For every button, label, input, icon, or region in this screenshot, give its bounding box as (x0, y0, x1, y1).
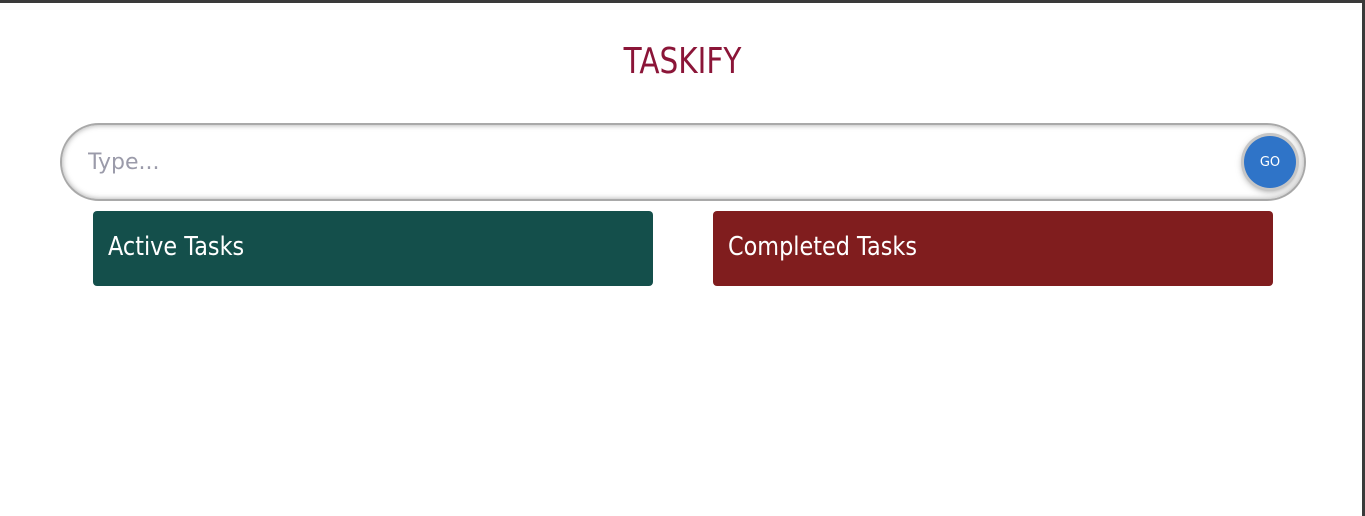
app-title: TASKIFY (623, 41, 742, 82)
completed-tasks-panel: Completed Tasks (713, 211, 1273, 286)
completed-tasks-heading: Completed Tasks (728, 232, 917, 262)
window-top-border (0, 0, 1365, 3)
active-tasks-heading: Active Tasks (108, 232, 245, 262)
go-button[interactable]: GO (1244, 136, 1296, 188)
active-tasks-panel: Active Tasks (93, 211, 653, 286)
task-input[interactable] (88, 143, 1208, 181)
task-form: GO (60, 123, 1306, 201)
